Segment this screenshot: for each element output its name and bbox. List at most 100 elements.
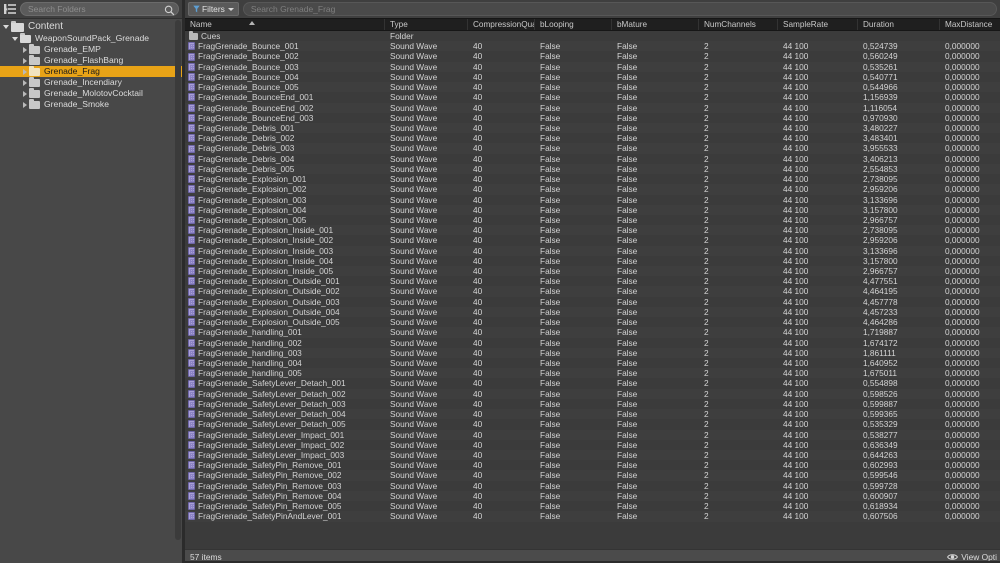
asset-row[interactable]: FragGrenade_handling_003 Sound Wave 40 Fals… <box>185 347 1000 358</box>
cell-numchannels: 2 <box>704 153 709 164</box>
sound-wave-icon <box>188 471 195 480</box>
asset-row[interactable]: FragGrenade_handling_004 Sound Wave 40 Fals… <box>185 358 1000 369</box>
asset-row[interactable]: FragGrenade_SafetyPin_Remove_001 Sound Wa… <box>185 460 1000 471</box>
folder-tree-item[interactable]: Grenade_MolotovCocktail <box>0 88 182 99</box>
folder-tree-item[interactable]: Grenade_Incendiary <box>0 77 182 88</box>
folder-tree-item[interactable]: Grenade_FlashBang <box>0 55 182 66</box>
asset-row[interactable]: FragGrenade_Explosion_002 Sound Wave 40 Fal… <box>185 184 1000 195</box>
chevron-right-icon[interactable] <box>20 45 29 54</box>
asset-search-input[interactable] <box>242 2 997 16</box>
asset-row[interactable]: FragGrenade_Explosion_005 Sound Wave 40 Fal… <box>185 214 1000 226</box>
asset-row[interactable]: FragGrenade_handling_002 Sound Wave 40 Fals… <box>185 337 1000 348</box>
asset-row[interactable]: FragGrenade_Explosion_Inside_002 Sound Wa… <box>185 235 1000 246</box>
asset-row[interactable]: FragGrenade_Bounce_005 Sound Wave 40 False F… <box>185 82 1000 93</box>
asset-row[interactable]: FragGrenade_Debris_005 Sound Wave 40 False F… <box>185 163 1000 175</box>
asset-rows-viewport[interactable]: Cues Folder FragGrenade_Bounce_001 Sound Wa… <box>185 31 1000 549</box>
asset-row[interactable]: FragGrenade_Explosion_Inside_003 Sound Wa… <box>185 245 1000 256</box>
asset-row[interactable]: FragGrenade_SafetyPinAndLever_001 Sound W… <box>185 511 1000 522</box>
column-header-duration[interactable]: Duration <box>858 18 940 31</box>
asset-row[interactable]: FragGrenade_Bounce_002 Sound Wave 40 False F… <box>185 51 1000 62</box>
asset-row[interactable]: FragGrenade_BounceEnd_002 Sound Wave 40 Fal… <box>185 102 1000 113</box>
view-options-button[interactable]: View Opti <box>947 552 997 562</box>
cell-compression: 40 <box>473 378 483 389</box>
asset-row[interactable]: FragGrenade_SafetyLever_Impact_002 Sound … <box>185 439 1000 450</box>
asset-row[interactable]: FragGrenade_SafetyLever_Impact_003 Sound … <box>185 449 1000 461</box>
chevron-down-icon[interactable] <box>2 22 11 31</box>
folder-tree[interactable]: Content WeaponSoundPack_Grenade Grenade_EM… <box>0 19 182 563</box>
asset-row[interactable]: FragGrenade_Explosion_Outside_002 Sound W… <box>185 286 1000 297</box>
column-header-name[interactable]: Name <box>185 18 385 31</box>
cell-bmature: False <box>617 163 638 174</box>
chevron-right-icon[interactable] <box>20 100 29 109</box>
sound-wave-icon <box>188 113 195 122</box>
folder-tree-item[interactable]: Grenade_Frag <box>0 66 182 77</box>
asset-row[interactable]: FragGrenade_Explosion_Outside_004 Sound W… <box>185 306 1000 318</box>
asset-row[interactable]: FragGrenade_SafetyLever_Impact_001 Sound … <box>185 429 1000 440</box>
asset-row[interactable]: Cues Folder <box>185 31 1000 42</box>
asset-name-label: FragGrenade_SafetyPin_Remove_001 <box>198 460 342 471</box>
asset-row[interactable]: FragGrenade_Explosion_001 Sound Wave 40 Fal… <box>185 174 1000 185</box>
asset-row[interactable]: FragGrenade_handling_001 Sound Wave 40 Fals… <box>185 327 1000 338</box>
column-header-bmature[interactable]: bMature <box>612 18 699 31</box>
folder-search-input[interactable] <box>20 2 179 16</box>
column-header-maxdistance[interactable]: MaxDistance <box>940 18 1000 31</box>
column-header-numchannels[interactable]: NumChannels <box>699 18 778 31</box>
asset-row[interactable]: FragGrenade_BounceEnd_001 Sound Wave 40 Fal… <box>185 92 1000 103</box>
folder-tree-item[interactable]: WeaponSoundPack_Grenade <box>0 33 182 44</box>
asset-row[interactable]: FragGrenade_Explosion_004 Sound Wave 40 Fal… <box>185 204 1000 215</box>
folder-tree-item[interactable]: Grenade_EMP <box>0 44 182 55</box>
asset-row[interactable]: FragGrenade_SafetyPin_Remove_004 Sound Wa… <box>185 490 1000 502</box>
cell-compression: 40 <box>473 214 483 225</box>
chevron-right-icon[interactable] <box>20 78 29 87</box>
cell-blooping: False <box>540 449 561 460</box>
column-header-blooping[interactable]: bLooping <box>535 18 612 31</box>
cell-compression: 40 <box>473 82 483 93</box>
asset-row[interactable]: FragGrenade_Bounce_004 Sound Wave 40 False F… <box>185 71 1000 83</box>
asset-row[interactable]: FragGrenade_SafetyPin_Remove_003 Sound Wa… <box>185 480 1000 491</box>
chevron-right-icon[interactable] <box>20 56 29 65</box>
asset-row[interactable]: FragGrenade_SafetyLever_Detach_004 Sound … <box>185 409 1000 420</box>
asset-row[interactable]: FragGrenade_Bounce_003 Sound Wave 40 False F… <box>185 61 1000 72</box>
asset-row[interactable]: FragGrenade_Explosion_Outside_003 Sound W… <box>185 296 1000 307</box>
folder-options-icon[interactable] <box>3 2 17 16</box>
column-header-samplerate[interactable]: SampleRate <box>778 18 858 31</box>
cell-bmature: False <box>617 255 638 266</box>
asset-row[interactable]: FragGrenade_Explosion_Outside_005 Sound W… <box>185 317 1000 328</box>
cell-name: FragGrenade_SafetyPin_Remove_004 <box>185 491 385 501</box>
asset-row[interactable]: FragGrenade_SafetyLever_Detach_002 Sound … <box>185 388 1000 399</box>
folder-tree-scrollbar[interactable] <box>175 20 181 540</box>
cell-compression: 40 <box>473 368 483 379</box>
asset-row[interactable]: FragGrenade_Explosion_003 Sound Wave 40 Fal… <box>185 194 1000 205</box>
asset-row[interactable]: FragGrenade_Debris_002 Sound Wave 40 False F… <box>185 133 1000 144</box>
cell-blooping: False <box>540 419 561 430</box>
asset-row[interactable]: FragGrenade_Debris_004 Sound Wave 40 False F… <box>185 153 1000 164</box>
chevron-down-icon[interactable] <box>11 34 20 43</box>
column-header-type[interactable]: Type <box>385 18 468 31</box>
asset-row[interactable]: FragGrenade_handling_005 Sound Wave 40 Fals… <box>185 368 1000 379</box>
cell-bmature: False <box>617 398 638 409</box>
asset-row[interactable]: FragGrenade_Explosion_Inside_005 Sound Wa… <box>185 266 1000 277</box>
filters-button[interactable]: Filters <box>188 2 239 16</box>
asset-row[interactable]: FragGrenade_Bounce_001 Sound Wave 40 False F… <box>185 41 1000 52</box>
asset-row[interactable]: FragGrenade_Debris_001 Sound Wave 40 False F… <box>185 122 1000 134</box>
asset-row[interactable]: FragGrenade_SafetyLever_Detach_001 Sound … <box>185 378 1000 389</box>
column-header-compression[interactable]: CompressionQuality <box>468 18 535 31</box>
asset-row[interactable]: FragGrenade_SafetyPin_Remove_005 Sound Wa… <box>185 501 1000 512</box>
asset-row[interactable]: FragGrenade_BounceEnd_003 Sound Wave 40 Fal… <box>185 112 1000 123</box>
asset-row[interactable]: FragGrenade_SafetyPin_Remove_002 Sound Wa… <box>185 470 1000 481</box>
cell-type: Sound Wave <box>390 194 438 205</box>
folder-tree-item[interactable]: Grenade_Smoke <box>0 99 182 110</box>
asset-row[interactable]: FragGrenade_Debris_003 Sound Wave 40 False F… <box>185 143 1000 154</box>
asset-row[interactable]: FragGrenade_SafetyLever_Detach_005 Sound … <box>185 419 1000 430</box>
chevron-right-icon[interactable] <box>20 89 29 98</box>
column-header-row[interactable]: Name Type CompressionQuality bLooping bMatur… <box>185 18 1000 31</box>
asset-row[interactable]: FragGrenade_Explosion_Inside_004 Sound Wa… <box>185 255 1000 267</box>
asset-row[interactable]: FragGrenade_Explosion_Inside_001 Sound Wa… <box>185 225 1000 236</box>
cell-type: Sound Wave <box>390 276 438 287</box>
asset-row[interactable]: FragGrenade_SafetyLever_Detach_003 Sound … <box>185 398 1000 410</box>
folder-tree-item[interactable]: Content <box>0 20 182 33</box>
asset-name-label: Cues <box>201 31 221 41</box>
cell-blooping: False <box>540 112 561 123</box>
asset-row[interactable]: FragGrenade_Explosion_Outside_001 Sound W… <box>185 276 1000 287</box>
chevron-right-icon[interactable] <box>20 67 29 76</box>
